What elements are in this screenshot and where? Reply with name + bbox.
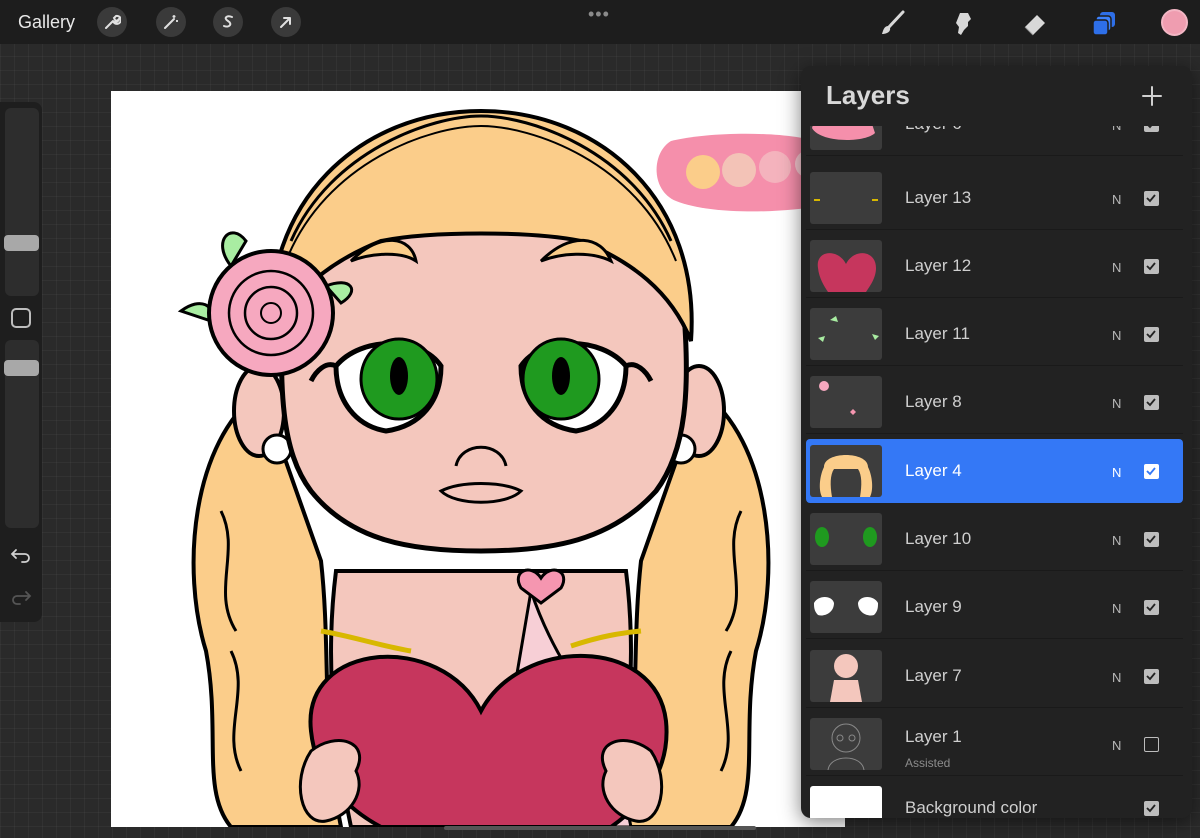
modify-button[interactable] xyxy=(11,308,31,328)
layer-blend-mode[interactable]: N xyxy=(1112,533,1121,548)
brush-icon[interactable] xyxy=(878,8,908,38)
layer-row-layer-9[interactable]: Layer 9 N xyxy=(806,575,1183,639)
layer-visibility-checkbox[interactable] xyxy=(1144,532,1159,547)
layer-name: Layer 13 xyxy=(905,188,972,207)
layer-visibility-checkbox[interactable] xyxy=(1144,191,1159,206)
redo-icon[interactable] xyxy=(8,586,34,608)
drawing-canvas[interactable] xyxy=(111,91,845,827)
layer-thumbnail xyxy=(810,172,882,224)
gallery-button[interactable]: Gallery xyxy=(18,12,75,33)
layer-row-background-color[interactable]: Background color xyxy=(806,780,1183,818)
layer-visibility-checkbox[interactable] xyxy=(1144,464,1159,479)
layer-row-layer-11[interactable]: Layer 11 N xyxy=(806,302,1183,366)
layer-thumbnail xyxy=(810,308,882,360)
layers-panel-title: Layers xyxy=(826,80,910,110)
smudge-icon[interactable] xyxy=(949,8,979,38)
layer-thumbnail xyxy=(810,240,882,292)
layer-name: Layer 12 xyxy=(905,256,972,275)
layer-name: Layer 6 xyxy=(905,126,962,134)
layer-blend-mode[interactable]: N xyxy=(1112,328,1121,343)
layer-row-layer-6[interactable]: Layer 6 N xyxy=(806,126,1183,156)
left-sidebar xyxy=(0,102,42,622)
adjustments-wand-icon[interactable] xyxy=(156,7,186,37)
layer-blend-mode[interactable]: N xyxy=(1112,396,1121,411)
canvas-scroll-indicator xyxy=(444,826,756,830)
layer-visibility-checkbox[interactable] xyxy=(1144,801,1159,816)
layer-blend-mode[interactable]: N xyxy=(1112,670,1121,685)
add-layer-plus-icon[interactable] xyxy=(1140,84,1164,108)
layer-thumbnail xyxy=(810,581,882,633)
layer-visibility-checkbox[interactable] xyxy=(1144,126,1159,132)
layer-name: Layer 4 xyxy=(905,461,962,480)
layer-row-layer-4[interactable]: Layer 4 N xyxy=(806,439,1183,503)
selection-icon[interactable] xyxy=(213,7,243,37)
actions-wrench-icon[interactable] xyxy=(97,7,127,37)
color-picker-swatch[interactable] xyxy=(1161,9,1188,36)
eraser-icon[interactable] xyxy=(1020,8,1050,38)
layer-blend-mode[interactable]: N xyxy=(1112,192,1121,207)
undo-icon[interactable] xyxy=(8,544,34,566)
layers-panel: Layers Layer 6 N Layer 13 N Laye xyxy=(801,66,1192,818)
layer-visibility-checkbox[interactable] xyxy=(1144,327,1159,342)
layer-visibility-checkbox[interactable] xyxy=(1144,737,1159,752)
layer-thumbnail xyxy=(810,126,882,150)
layer-row-layer-1[interactable]: Layer 1 Assisted N xyxy=(806,712,1183,776)
layer-name: Background color xyxy=(905,798,1038,817)
transform-arrow-icon[interactable] xyxy=(271,7,301,37)
layer-thumbnail xyxy=(810,376,882,428)
layer-name: Layer 8 xyxy=(905,392,962,411)
layer-blend-mode[interactable]: N xyxy=(1112,126,1121,133)
layer-row-layer-7[interactable]: Layer 7 N xyxy=(806,644,1183,708)
layer-thumbnail xyxy=(810,445,882,497)
layers-icon[interactable] xyxy=(1090,8,1120,38)
layer-thumbnail xyxy=(810,786,882,818)
layer-visibility-checkbox[interactable] xyxy=(1144,669,1159,684)
layer-thumbnail xyxy=(810,718,882,770)
layer-name: Layer 9 xyxy=(905,597,962,616)
layer-row-layer-8[interactable]: Layer 8 N xyxy=(806,370,1183,434)
brush-size-slider[interactable] xyxy=(5,108,39,296)
layer-thumbnail xyxy=(810,513,882,565)
character-illustration xyxy=(177,108,823,827)
layer-row-layer-10[interactable]: Layer 10 N xyxy=(806,507,1183,571)
layer-blend-mode[interactable]: N xyxy=(1112,260,1121,275)
layer-subtitle: Assisted xyxy=(905,756,951,770)
layer-row-layer-12[interactable]: Layer 12 N xyxy=(806,234,1183,298)
more-options-button[interactable]: ••• xyxy=(588,4,610,25)
layer-visibility-checkbox[interactable] xyxy=(1144,600,1159,615)
layer-row-layer-13[interactable]: Layer 13 N xyxy=(806,166,1183,230)
brush-size-thumb[interactable] xyxy=(4,235,39,251)
layer-visibility-checkbox[interactable] xyxy=(1144,259,1159,274)
layer-visibility-checkbox[interactable] xyxy=(1144,395,1159,410)
layer-blend-mode[interactable]: N xyxy=(1112,738,1121,753)
layer-name: Layer 1 xyxy=(905,727,962,746)
layer-name: Layer 10 xyxy=(905,529,972,548)
layer-name: Layer 11 xyxy=(905,324,970,343)
layer-thumbnail xyxy=(810,650,882,702)
opacity-thumb[interactable] xyxy=(4,360,39,376)
top-toolbar: Gallery ••• xyxy=(0,0,1200,44)
layers-list: Layer 6 N Layer 13 N Layer 12 N xyxy=(801,126,1192,818)
layer-blend-mode[interactable]: N xyxy=(1112,601,1121,616)
layer-blend-mode[interactable]: N xyxy=(1112,465,1121,480)
layer-name: Layer 7 xyxy=(905,666,962,685)
